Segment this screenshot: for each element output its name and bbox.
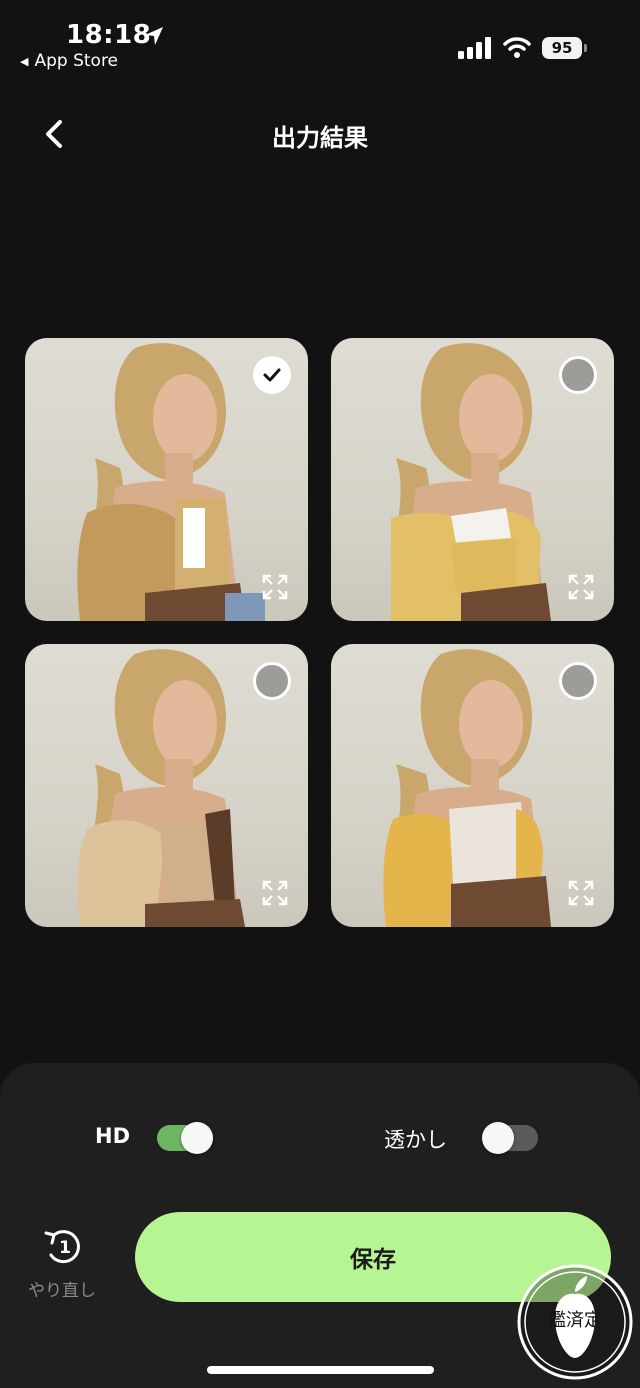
watermark-toggle[interactable] xyxy=(482,1122,538,1154)
home-indicator[interactable] xyxy=(207,1366,434,1374)
back-app-label: App Store xyxy=(34,51,119,71)
select-checkbox-checked[interactable] xyxy=(253,356,291,394)
location-arrow-icon xyxy=(145,27,163,45)
redo-history-icon[interactable]: 1 xyxy=(42,1227,86,1267)
result-image-3[interactable] xyxy=(25,644,308,927)
select-checkbox[interactable] xyxy=(559,662,597,700)
expand-icon[interactable] xyxy=(567,573,595,601)
select-checkbox[interactable] xyxy=(253,662,291,700)
hd-toggle[interactable] xyxy=(157,1122,213,1154)
approval-stamp-logo: 鑑済定 xyxy=(517,1264,633,1380)
toggle-knob xyxy=(482,1122,514,1154)
redo-label[interactable]: やり直し xyxy=(28,1276,96,1301)
wifi-icon xyxy=(503,37,531,58)
select-checkbox[interactable] xyxy=(559,356,597,394)
watermark-label: 透かし xyxy=(384,1128,447,1152)
hd-label: HD xyxy=(95,1124,131,1148)
expand-icon[interactable] xyxy=(261,879,289,907)
page-title: 出力結果 xyxy=(272,124,368,152)
status-time: 18:18 xyxy=(66,20,152,50)
result-image-4[interactable] xyxy=(331,644,614,927)
result-image-2[interactable] xyxy=(331,338,614,621)
toggle-knob xyxy=(181,1122,213,1154)
battery-nub xyxy=(584,44,587,52)
checkmark-icon xyxy=(263,368,281,382)
result-image-1[interactable] xyxy=(25,338,308,621)
expand-icon[interactable] xyxy=(261,573,289,601)
back-triangle-icon: ◀ xyxy=(20,54,29,68)
back-to-app-link[interactable]: ◀ App Store xyxy=(20,51,118,71)
redo-badge: 1 xyxy=(59,1238,71,1258)
cellular-signal-icon xyxy=(458,37,491,59)
stamp-text: 鑑済定 xyxy=(548,1310,602,1331)
expand-icon[interactable] xyxy=(567,879,595,907)
battery-indicator: 95 xyxy=(542,37,582,59)
